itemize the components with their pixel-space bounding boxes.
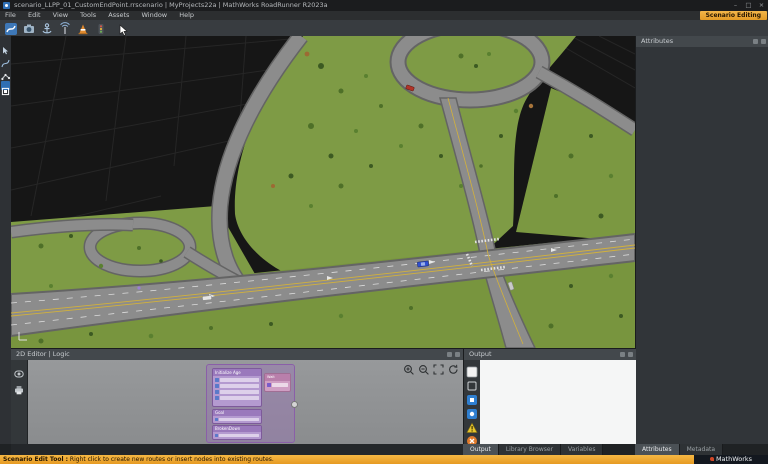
attributes-panel: Attributes: [635, 36, 768, 444]
panel-options-icon[interactable]: [620, 352, 625, 357]
mathworks-logo-icon: [709, 457, 714, 461]
action-icon: [215, 377, 219, 382]
zoom-fit-icon[interactable]: [433, 364, 444, 375]
panel-float-icon[interactable]: [455, 352, 460, 357]
node-wait-label: Wait: [265, 374, 290, 381]
tab-library-browser[interactable]: Library Browser: [498, 444, 562, 455]
node-goal[interactable]: Goal: [212, 409, 262, 424]
editor-2d-title: 2D Editor | Logic: [16, 350, 70, 358]
node-wait[interactable]: Wait: [264, 373, 291, 392]
menu-file[interactable]: File: [0, 11, 21, 20]
spline-node-tool-icon[interactable]: [1, 66, 11, 81]
editor-2d-header: 2D Editor | Logic: [11, 349, 463, 360]
status-tool-name: Scenario Edit Tool :: [3, 456, 68, 463]
brand-block: MathWorks: [694, 455, 768, 464]
zoom-out-icon[interactable]: [419, 365, 429, 375]
node-action-row[interactable]: [215, 377, 259, 382]
pedestrian-marker[interactable]: [137, 286, 141, 290]
logic-phase-container[interactable]: Initialize Age Wait Goal BrokenDown: [206, 364, 298, 443]
menu-bar: File Edit View Tools Assets Window Help: [0, 11, 768, 20]
tab-attributes[interactable]: Attributes: [635, 444, 680, 455]
output-filter-strip: [464, 360, 480, 446]
scene-3d: [10, 15, 639, 349]
scenario-editing-badge[interactable]: Scenario Editing: [699, 11, 767, 20]
editor-2d-panel: 2D Editor | Logic Initialize Age Wait Go…: [11, 348, 463, 445]
output-log-area[interactable]: [480, 360, 636, 445]
output-panel-title: Output: [469, 350, 492, 358]
status-message: Right click to create new routes or inse…: [69, 456, 274, 463]
editor-2d-mode-icon[interactable]: [1, 81, 10, 96]
output-panel: Output: [463, 348, 636, 446]
node-brokendown-label: BrokenDown: [213, 426, 261, 432]
attributes-panel-header: Attributes: [636, 36, 768, 47]
menu-view[interactable]: View: [48, 11, 73, 20]
action-icon: [215, 395, 219, 400]
info-messages-icon[interactable]: [466, 391, 478, 405]
roadrunner-window: scenario_LLPP_01_CustomEndPoint.rrscenar…: [0, 0, 768, 464]
action-icon: [215, 389, 219, 394]
action-icon: [215, 433, 218, 437]
camera-tool-icon[interactable]: [22, 21, 36, 35]
node-action-row[interactable]: [215, 389, 259, 394]
menu-edit[interactable]: Edit: [23, 11, 46, 20]
node-action-row[interactable]: [215, 395, 259, 400]
node-goal-label: Goal: [213, 410, 261, 416]
error-messages-icon[interactable]: [466, 432, 478, 446]
close-button[interactable]: ×: [755, 0, 768, 11]
app-icon: [3, 2, 10, 9]
mouse-cursor: [118, 22, 132, 36]
tab-metadata[interactable]: Metadata: [679, 444, 724, 455]
action-icon: [215, 383, 219, 388]
panel-float-icon[interactable]: [761, 39, 766, 44]
menu-assets[interactable]: Assets: [103, 11, 134, 20]
attributes-panel-title: Attributes: [641, 37, 674, 45]
traffic-light-tool-icon[interactable]: [94, 21, 108, 35]
tab-variables[interactable]: Variables: [561, 444, 604, 455]
title-bar: scenario_LLPP_01_CustomEndPoint.rrscenar…: [0, 0, 768, 11]
vehicle-blue-sedan[interactable]: [417, 260, 429, 268]
signal-tool-icon[interactable]: [58, 21, 72, 35]
panel-float-icon[interactable]: [628, 352, 633, 357]
route-curve-tool-icon[interactable]: [1, 53, 10, 68]
zoom-in-icon[interactable]: [404, 365, 414, 375]
viewport-3d[interactable]: [10, 15, 639, 349]
tab-output[interactable]: Output: [463, 444, 499, 455]
main-toolbar: [0, 20, 768, 37]
brand-text: MathWorks: [715, 455, 753, 463]
select-arrow-tool-icon[interactable]: [1, 40, 10, 55]
action-icon: [215, 417, 218, 421]
diagnostic-messages-icon[interactable]: [466, 405, 478, 419]
cone-tool-icon[interactable]: [76, 21, 90, 35]
tab-band-spacer: [11, 444, 463, 455]
menu-help[interactable]: Help: [174, 11, 199, 20]
status-bar: Scenario Edit Tool : Right click to crea…: [0, 455, 768, 464]
node-brokendown[interactable]: BrokenDown: [212, 425, 262, 440]
menu-tools[interactable]: Tools: [75, 11, 101, 20]
output-panel-header: Output: [464, 349, 636, 360]
action-icon: [267, 382, 271, 387]
anchor-tool-icon[interactable]: [40, 21, 54, 35]
panel-options-icon[interactable]: [753, 39, 758, 44]
warning-messages-icon[interactable]: [466, 419, 478, 433]
bottom-tab-band: Output Library Browser Variables Attribute…: [0, 444, 768, 455]
maximize-button[interactable]: □: [742, 0, 755, 11]
node-initialize[interactable]: Initialize Age: [212, 368, 262, 407]
vehicle-white-sedan[interactable]: [202, 295, 212, 301]
print-layout-icon[interactable]: [14, 380, 24, 399]
plain-messages-icon[interactable]: [466, 377, 478, 391]
canvas-zoom-controls: [403, 362, 461, 375]
editor-2d-tool-strip: [11, 360, 28, 445]
node-initialize-label: Initialize Age: [213, 369, 261, 376]
window-title: scenario_LLPP_01_CustomEndPoint.rrscenar…: [14, 1, 328, 9]
menu-window[interactable]: Window: [136, 11, 172, 20]
scenario-select-tool-icon[interactable]: [4, 21, 18, 35]
all-messages-icon[interactable]: [466, 363, 478, 378]
graph-out-port[interactable]: [291, 401, 298, 408]
node-action-row[interactable]: [215, 383, 259, 388]
minimize-button[interactable]: –: [729, 0, 742, 11]
panel-options-icon[interactable]: [447, 352, 452, 357]
logic-graph-canvas[interactable]: Initialize Age Wait Goal BrokenDown: [28, 360, 463, 445]
reset-view-icon[interactable]: [449, 364, 458, 374]
